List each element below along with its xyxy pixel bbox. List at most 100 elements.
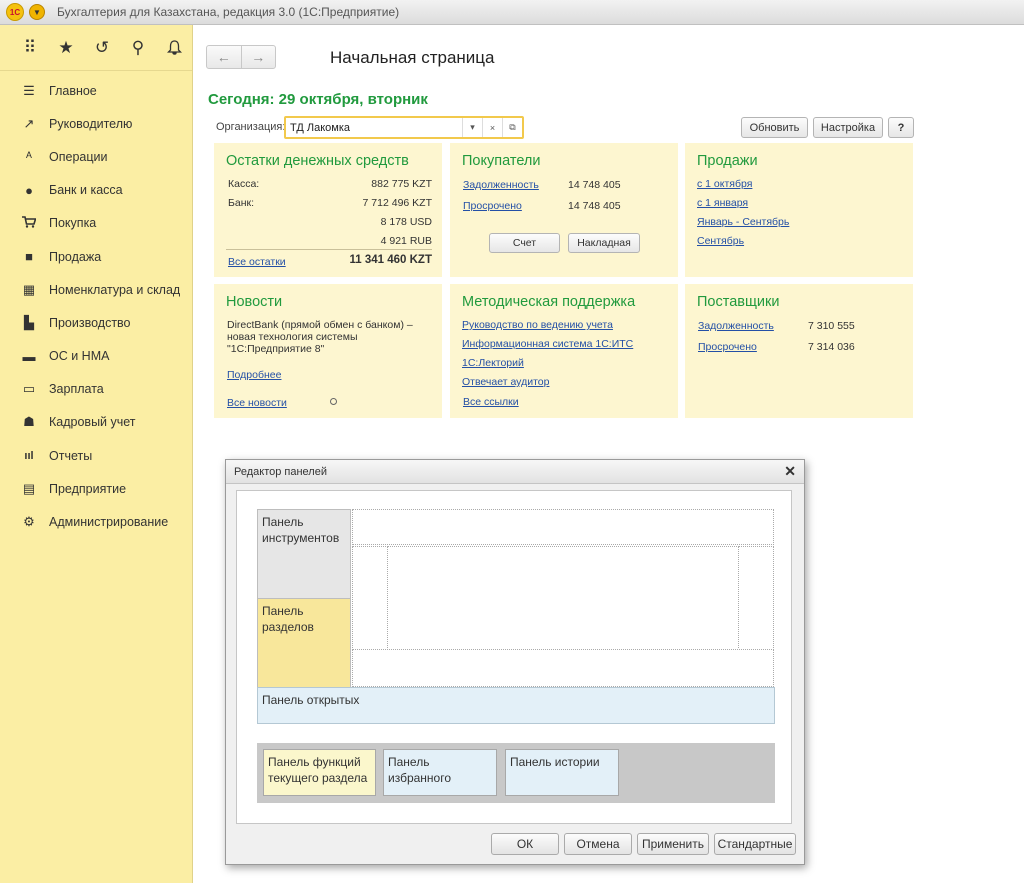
- panel-editor-dialog: Редактор панелей ✕ Панель инструментов П…: [225, 459, 805, 865]
- building-icon: ▤: [22, 480, 36, 496]
- panel-title: Продажи: [697, 153, 758, 169]
- page-title: Начальная страница: [330, 48, 495, 67]
- drop-zone-center[interactable]: [387, 546, 739, 650]
- drop-zone-right[interactable]: [738, 546, 774, 650]
- sidebar-item-enterprise[interactable]: ▤ Предприятие: [0, 472, 192, 505]
- bell-icon[interactable]: [156, 33, 192, 63]
- available-panels-tray: Панель функций текущего раздела Панель и…: [257, 743, 775, 803]
- suppliers-debt-link[interactable]: Задолженность: [698, 320, 774, 332]
- bank-icon: ●: [25, 182, 33, 198]
- search-icon[interactable]: ⚲: [120, 33, 156, 63]
- panel-title: Покупатели: [462, 153, 541, 169]
- dialog-title: Редактор панелей: [226, 460, 804, 484]
- title-bar: 1С ▼ Бухгалтерия для Казахстана, редакци…: [0, 0, 1024, 25]
- main-menu-button[interactable]: ▼: [29, 4, 45, 20]
- open-icon[interactable]: ⧉: [502, 118, 522, 137]
- sales-link[interactable]: Сентябрь: [697, 235, 744, 247]
- gear-icon: ⚙: [23, 514, 35, 530]
- history-panel-zone[interactable]: Панель истории: [505, 749, 619, 796]
- news-text: новая технология системы: [227, 331, 358, 343]
- drop-zone-left[interactable]: [352, 546, 388, 650]
- star-icon[interactable]: ★: [48, 33, 84, 63]
- org-field[interactable]: ТД Лакомка ▾ × ⧉: [284, 116, 524, 139]
- tools-panel-zone[interactable]: Панель инструментов: [257, 509, 351, 599]
- support-link[interactable]: 1С:Лекторий: [462, 357, 524, 369]
- drop-zone-top[interactable]: [352, 509, 774, 545]
- sidebar-item-director[interactable]: ↗ Руководителю: [0, 107, 192, 140]
- sidebar-item-purchase[interactable]: Покупка: [0, 207, 192, 240]
- bell-shape: [166, 39, 182, 55]
- bar-chart-icon: ııl: [24, 449, 34, 462]
- invoice-button[interactable]: Счет: [489, 233, 560, 253]
- favorites-panel-zone[interactable]: Панель избранного: [383, 749, 497, 796]
- sections-panel-zone[interactable]: Панель разделов: [257, 598, 351, 688]
- support-link[interactable]: Руководство по ведению учета: [462, 319, 613, 331]
- news-more-link[interactable]: Подробнее: [227, 369, 281, 381]
- close-icon[interactable]: ✕: [784, 463, 796, 480]
- sidebar-item-label: Покупка: [49, 216, 97, 231]
- buyers-overdue-value: 14 748 405: [568, 200, 621, 212]
- sidebar-item-label: Операции: [49, 149, 108, 164]
- suppliers-panel: Поставщики Задолженность 7 310 555 Проср…: [685, 284, 913, 418]
- org-value[interactable]: ТД Лакомка: [286, 122, 462, 134]
- panel-title: Поставщики: [697, 294, 780, 310]
- buyers-debt-link[interactable]: Задолженность: [463, 179, 539, 191]
- sidebar-item-production[interactable]: ▙ Производство: [0, 306, 192, 339]
- apply-button[interactable]: Применить: [637, 833, 709, 855]
- wallet-icon: ▭: [22, 381, 36, 397]
- open-windows-panel-zone[interactable]: Панель открытых: [257, 687, 775, 724]
- settings-button[interactable]: Настройка: [813, 117, 883, 138]
- history-icon[interactable]: ↺: [84, 33, 120, 63]
- sales-link[interactable]: с 1 октября: [697, 178, 752, 190]
- rub-value: 4 921 RUB: [380, 235, 432, 247]
- news-text: DirectBank (прямой обмен с банком) –: [227, 319, 413, 331]
- sidebar-item-label: Отчеты: [49, 448, 93, 463]
- sales-link[interactable]: Январь - Сентябрь: [697, 216, 789, 228]
- support-link[interactable]: Отвечает аудитор: [462, 376, 549, 388]
- dropdown-icon[interactable]: ▾: [462, 118, 482, 137]
- back-arrow-icon[interactable]: ←: [207, 46, 242, 68]
- bank-label: Банк:: [228, 197, 255, 209]
- trend-icon: ↗: [23, 115, 35, 131]
- panel-title: Методическая поддержка: [462, 294, 636, 310]
- sidebar-item-main[interactable]: ☰ Главное: [0, 74, 192, 107]
- functions-panel-zone[interactable]: Панель функций текущего раздела: [263, 749, 376, 796]
- drop-zone-bottom[interactable]: [352, 649, 774, 687]
- sidebar-item-hr[interactable]: ☗ Кадровый учет: [0, 406, 192, 439]
- buyers-debt-value: 14 748 405: [568, 179, 621, 191]
- sidebar-item-sales[interactable]: ■ Продажа: [0, 240, 192, 273]
- suppliers-overdue-value: 7 314 036: [808, 341, 855, 353]
- apps-grid-icon[interactable]: ⠿: [12, 33, 48, 63]
- sidebar-item-admin[interactable]: ⚙ Администрирование: [0, 505, 192, 538]
- standard-button[interactable]: Стандартные: [714, 833, 796, 855]
- total-value: 11 341 460 KZT: [349, 254, 432, 266]
- cancel-button[interactable]: Отмена: [564, 833, 632, 855]
- truck-icon: ▬: [22, 348, 36, 364]
- support-link[interactable]: Все ссылки: [463, 396, 519, 408]
- buyers-overdue-link[interactable]: Просрочено: [463, 200, 522, 212]
- sidebar-item-fixed-assets[interactable]: ▬ ОС и НМА: [0, 340, 192, 373]
- clear-icon[interactable]: ×: [482, 118, 502, 137]
- org-label: Организация:: [216, 121, 286, 133]
- support-link[interactable]: Информационная система 1С:ИТС: [462, 338, 633, 350]
- sidebar-item-label: Кадровый учет: [49, 415, 136, 430]
- all-news-link[interactable]: Все новости: [227, 397, 287, 409]
- waybill-button[interactable]: Накладная: [568, 233, 640, 253]
- sales-link[interactable]: с 1 января: [697, 197, 748, 209]
- panel-title: Остатки денежных средств: [226, 153, 409, 169]
- suppliers-overdue-link[interactable]: Просрочено: [698, 341, 757, 353]
- help-button[interactable]: ?: [888, 117, 914, 138]
- forward-arrow-icon[interactable]: →: [242, 46, 276, 68]
- all-balances-link[interactable]: Все остатки: [228, 256, 286, 268]
- refresh-button[interactable]: Обновить: [741, 117, 808, 138]
- sidebar-item-warehouse[interactable]: ▦ Номенклатура и склад: [0, 273, 192, 306]
- sidebar-item-operations[interactable]: ᴬ Операции: [0, 140, 192, 173]
- panel-title: Новости: [226, 294, 283, 310]
- sidebar-item-label: Предприятие: [49, 481, 127, 496]
- sidebar-item-bank[interactable]: ● Банк и касса: [0, 174, 192, 207]
- ok-button[interactable]: ОК: [491, 833, 559, 855]
- sidebar-item-reports[interactable]: ııl Отчеты: [0, 439, 192, 472]
- sidebar-item-salary[interactable]: ▭ Зарплата: [0, 373, 192, 406]
- news-text: "1С:Предприятие 8": [227, 343, 325, 355]
- bag-icon: ■: [25, 249, 33, 265]
